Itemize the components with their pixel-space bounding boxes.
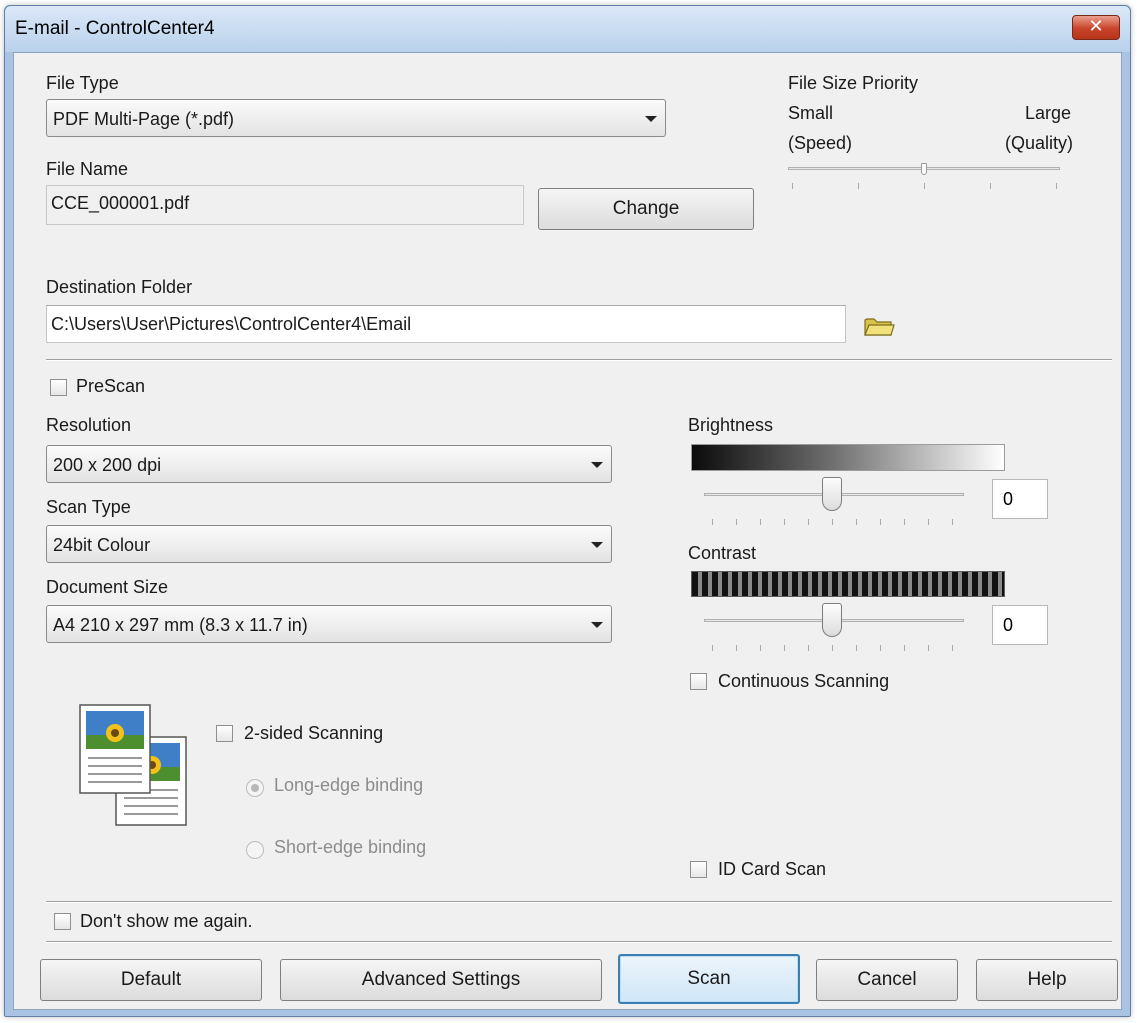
slider-tick bbox=[736, 519, 737, 525]
divider bbox=[46, 901, 1112, 903]
dont-show-again-label: Don't show me again. bbox=[80, 911, 253, 931]
destination-folder-label: Destination Folder bbox=[46, 277, 193, 297]
slider-tick bbox=[712, 519, 713, 525]
folder-browse-button[interactable] bbox=[862, 313, 896, 339]
two-sided-illustration bbox=[78, 703, 190, 829]
chevron-down-icon bbox=[645, 116, 657, 122]
brightness-slider-thumb[interactable] bbox=[822, 477, 842, 511]
chevron-down-icon bbox=[591, 542, 603, 548]
scan-type-label: Scan Type bbox=[46, 497, 131, 517]
slider-tick bbox=[784, 645, 785, 651]
slider-tick bbox=[924, 183, 925, 189]
slider-tick bbox=[784, 519, 785, 525]
file-name-field[interactable]: CCE_000001.pdf bbox=[46, 185, 524, 225]
chevron-down-icon bbox=[591, 462, 603, 468]
contrast-value-input[interactable]: 0 bbox=[992, 605, 1048, 645]
slider-tick bbox=[1056, 183, 1057, 189]
id-card-scan-checkbox[interactable] bbox=[690, 861, 707, 878]
file-type-value: PDF Multi-Page (*.pdf) bbox=[53, 109, 235, 129]
file-size-priority-slider[interactable] bbox=[788, 161, 1060, 191]
scan-type-value: 24bit Colour bbox=[53, 535, 151, 555]
file-size-slider-thumb[interactable] bbox=[921, 163, 927, 175]
slider-tick bbox=[712, 645, 713, 651]
default-button[interactable]: Default bbox=[40, 959, 262, 1001]
cancel-button[interactable]: Cancel bbox=[816, 959, 958, 1001]
slider-tick bbox=[952, 645, 953, 651]
continuous-scanning-checkbox[interactable] bbox=[690, 673, 707, 690]
id-card-scan-label: ID Card Scan bbox=[718, 859, 827, 879]
resolution-dropdown[interactable]: 200 x 200 dpi bbox=[46, 445, 612, 483]
brightness-value-input[interactable]: 0 bbox=[992, 479, 1048, 519]
chevron-down-icon bbox=[591, 622, 603, 628]
file-type-label: File Type bbox=[46, 73, 119, 93]
slider-tick bbox=[928, 645, 929, 651]
short-edge-binding-radio[interactable] bbox=[246, 841, 264, 859]
speed-label: (Speed) bbox=[788, 133, 853, 153]
email-controlcenter4-dialog: E-mail - ControlCenter4 ✕ File Type PDF … bbox=[4, 5, 1131, 1017]
prescan-label: PreScan bbox=[76, 376, 146, 396]
destination-folder-field[interactable]: C:\Users\User\Pictures\ControlCenter4\Em… bbox=[46, 305, 846, 343]
two-sided-scanning-label: 2-sided Scanning bbox=[244, 723, 384, 743]
slider-tick bbox=[904, 519, 905, 525]
slider-tick bbox=[832, 645, 833, 651]
slider-tick bbox=[856, 519, 857, 525]
two-sided-scanning-checkbox[interactable] bbox=[216, 725, 233, 742]
slider-tick bbox=[858, 183, 859, 189]
brightness-slider[interactable] bbox=[704, 477, 964, 525]
long-edge-binding-label: Long-edge binding bbox=[274, 775, 424, 795]
file-type-dropdown[interactable]: PDF Multi-Page (*.pdf) bbox=[46, 99, 666, 137]
long-edge-binding-radio[interactable] bbox=[246, 779, 264, 797]
continuous-scanning-label: Continuous Scanning bbox=[718, 671, 890, 691]
advanced-settings-button[interactable]: Advanced Settings bbox=[280, 959, 602, 1001]
title-bar[interactable]: E-mail - ControlCenter4 ✕ bbox=[5, 6, 1130, 52]
slider-tick bbox=[928, 519, 929, 525]
slider-tick bbox=[808, 645, 809, 651]
prescan-checkbox[interactable] bbox=[50, 379, 67, 396]
contrast-label: Contrast bbox=[688, 543, 757, 563]
document-size-dropdown[interactable]: A4 210 x 297 mm (8.3 x 11.7 in) bbox=[46, 605, 612, 643]
slider-tick bbox=[904, 645, 905, 651]
large-label: Large bbox=[1024, 103, 1071, 123]
divider bbox=[46, 359, 1112, 361]
slider-tick bbox=[952, 519, 953, 525]
brightness-label: Brightness bbox=[688, 415, 774, 435]
dialog-body: File Type PDF Multi-Page (*.pdf) File Na… bbox=[13, 52, 1122, 1010]
scan-button[interactable]: Scan bbox=[618, 954, 800, 1004]
file-name-value: CCE_000001.pdf bbox=[51, 193, 190, 213]
slider-tick bbox=[808, 519, 809, 525]
dont-show-again-checkbox[interactable] bbox=[54, 913, 71, 930]
slider-tick bbox=[760, 645, 761, 651]
file-name-label: File Name bbox=[46, 159, 129, 179]
document-size-label: Document Size bbox=[46, 577, 169, 597]
contrast-slider-thumb[interactable] bbox=[822, 603, 842, 637]
scan-type-dropdown[interactable]: 24bit Colour bbox=[46, 525, 612, 563]
folder-icon bbox=[864, 318, 895, 336]
change-button[interactable]: Change bbox=[538, 188, 754, 230]
resolution-label: Resolution bbox=[46, 415, 132, 435]
close-button[interactable]: ✕ bbox=[1072, 15, 1120, 40]
slider-tick bbox=[880, 519, 881, 525]
slider-tick bbox=[792, 183, 793, 189]
slider-tick bbox=[856, 645, 857, 651]
quality-label: (Quality) bbox=[1004, 133, 1073, 153]
file-size-priority-label: File Size Priority bbox=[788, 73, 919, 93]
small-label: Small bbox=[788, 103, 834, 123]
destination-folder-value: C:\Users\User\Pictures\ControlCenter4\Em… bbox=[51, 314, 412, 334]
slider-tick bbox=[880, 645, 881, 651]
short-edge-binding-label: Short-edge binding bbox=[274, 837, 427, 857]
document-size-value: A4 210 x 297 mm (8.3 x 11.7 in) bbox=[53, 615, 308, 635]
slider-tick bbox=[832, 519, 833, 525]
slider-tick bbox=[990, 183, 991, 189]
divider bbox=[46, 941, 1112, 943]
help-button[interactable]: Help bbox=[976, 959, 1118, 1001]
window-title: E-mail - ControlCenter4 bbox=[15, 18, 215, 39]
contrast-slider[interactable] bbox=[704, 603, 964, 651]
resolution-value: 200 x 200 dpi bbox=[53, 455, 162, 475]
brightness-gradient bbox=[691, 444, 1005, 471]
duplex-document-icon bbox=[79, 704, 187, 826]
slider-tick bbox=[736, 645, 737, 651]
contrast-pattern bbox=[691, 571, 1005, 597]
slider-tick bbox=[760, 519, 761, 525]
